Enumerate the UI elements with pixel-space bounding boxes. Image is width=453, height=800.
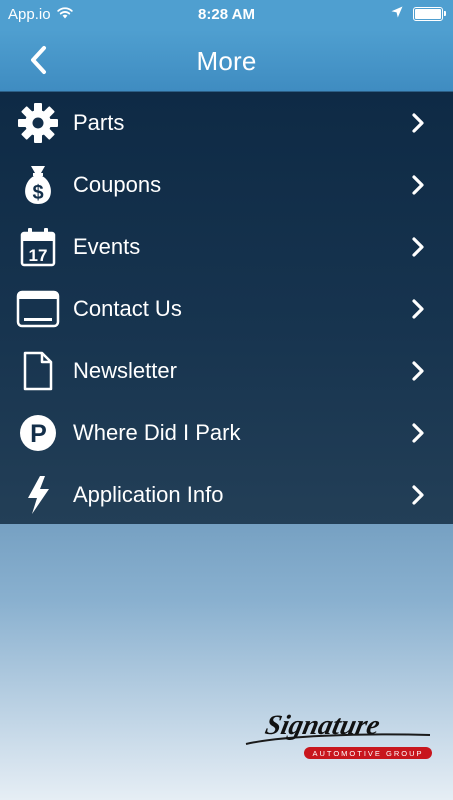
chevron-right-icon xyxy=(412,113,424,133)
chevron-right-icon xyxy=(412,175,424,195)
calendar-day-text: 17 xyxy=(29,246,48,265)
money-bag-icon: $ xyxy=(16,164,60,206)
navigation-bar: More xyxy=(0,30,453,92)
menu-item-label: Coupons xyxy=(73,172,162,197)
lightning-icon xyxy=(16,474,60,516)
menu-item-contact-us[interactable]: Contact Us xyxy=(0,278,453,340)
menu-item-newsletter[interactable]: Newsletter xyxy=(0,340,453,402)
menu-item-label: Newsletter xyxy=(73,358,177,383)
chevron-right-icon xyxy=(412,299,424,319)
chevron-right-icon xyxy=(412,361,424,381)
more-menu-list: Parts $ Coupons 17 Events Contact Us New… xyxy=(0,92,453,524)
battery-fill xyxy=(415,8,441,19)
menu-item-label: Parts xyxy=(73,110,125,135)
parking-letter: P xyxy=(30,420,47,448)
svg-text:AUTOMOTIVE GROUP: AUTOMOTIVE GROUP xyxy=(312,749,423,758)
status-bar: App.io 8:28 AM xyxy=(0,0,453,30)
calendar-icon: 17 xyxy=(16,226,60,268)
menu-item-parts[interactable]: Parts xyxy=(0,92,453,154)
document-icon xyxy=(16,350,60,392)
menu-item-label: Events xyxy=(73,234,141,259)
menu-item-label: Where Did I Park xyxy=(73,420,241,445)
menu-item-where-did-i-park[interactable]: P Where Did I Park xyxy=(0,402,453,464)
location-arrow-icon xyxy=(391,5,403,22)
menu-item-label: Contact Us xyxy=(73,296,182,321)
menu-item-coupons[interactable]: $ Coupons xyxy=(0,154,453,216)
status-time: 8:28 AM xyxy=(198,6,255,23)
signature-logo: Signature AUTOMOTIVE GROUP xyxy=(240,706,436,766)
page-title: More xyxy=(196,46,257,76)
window-icon xyxy=(16,288,60,330)
chevron-right-icon xyxy=(412,423,424,443)
chevron-right-icon xyxy=(412,485,424,505)
svg-text:$: $ xyxy=(32,182,43,204)
menu-item-events[interactable]: 17 Events xyxy=(0,216,453,278)
menu-item-label: Application Info xyxy=(73,482,224,507)
gear-icon xyxy=(16,102,60,144)
parking-icon: P xyxy=(16,412,60,454)
status-right xyxy=(391,5,446,22)
menu-item-application-info[interactable]: Application Info xyxy=(0,464,453,526)
chevron-right-icon xyxy=(412,237,424,257)
battery-icon xyxy=(413,6,446,21)
svg-text:Signature: Signature xyxy=(263,710,383,741)
